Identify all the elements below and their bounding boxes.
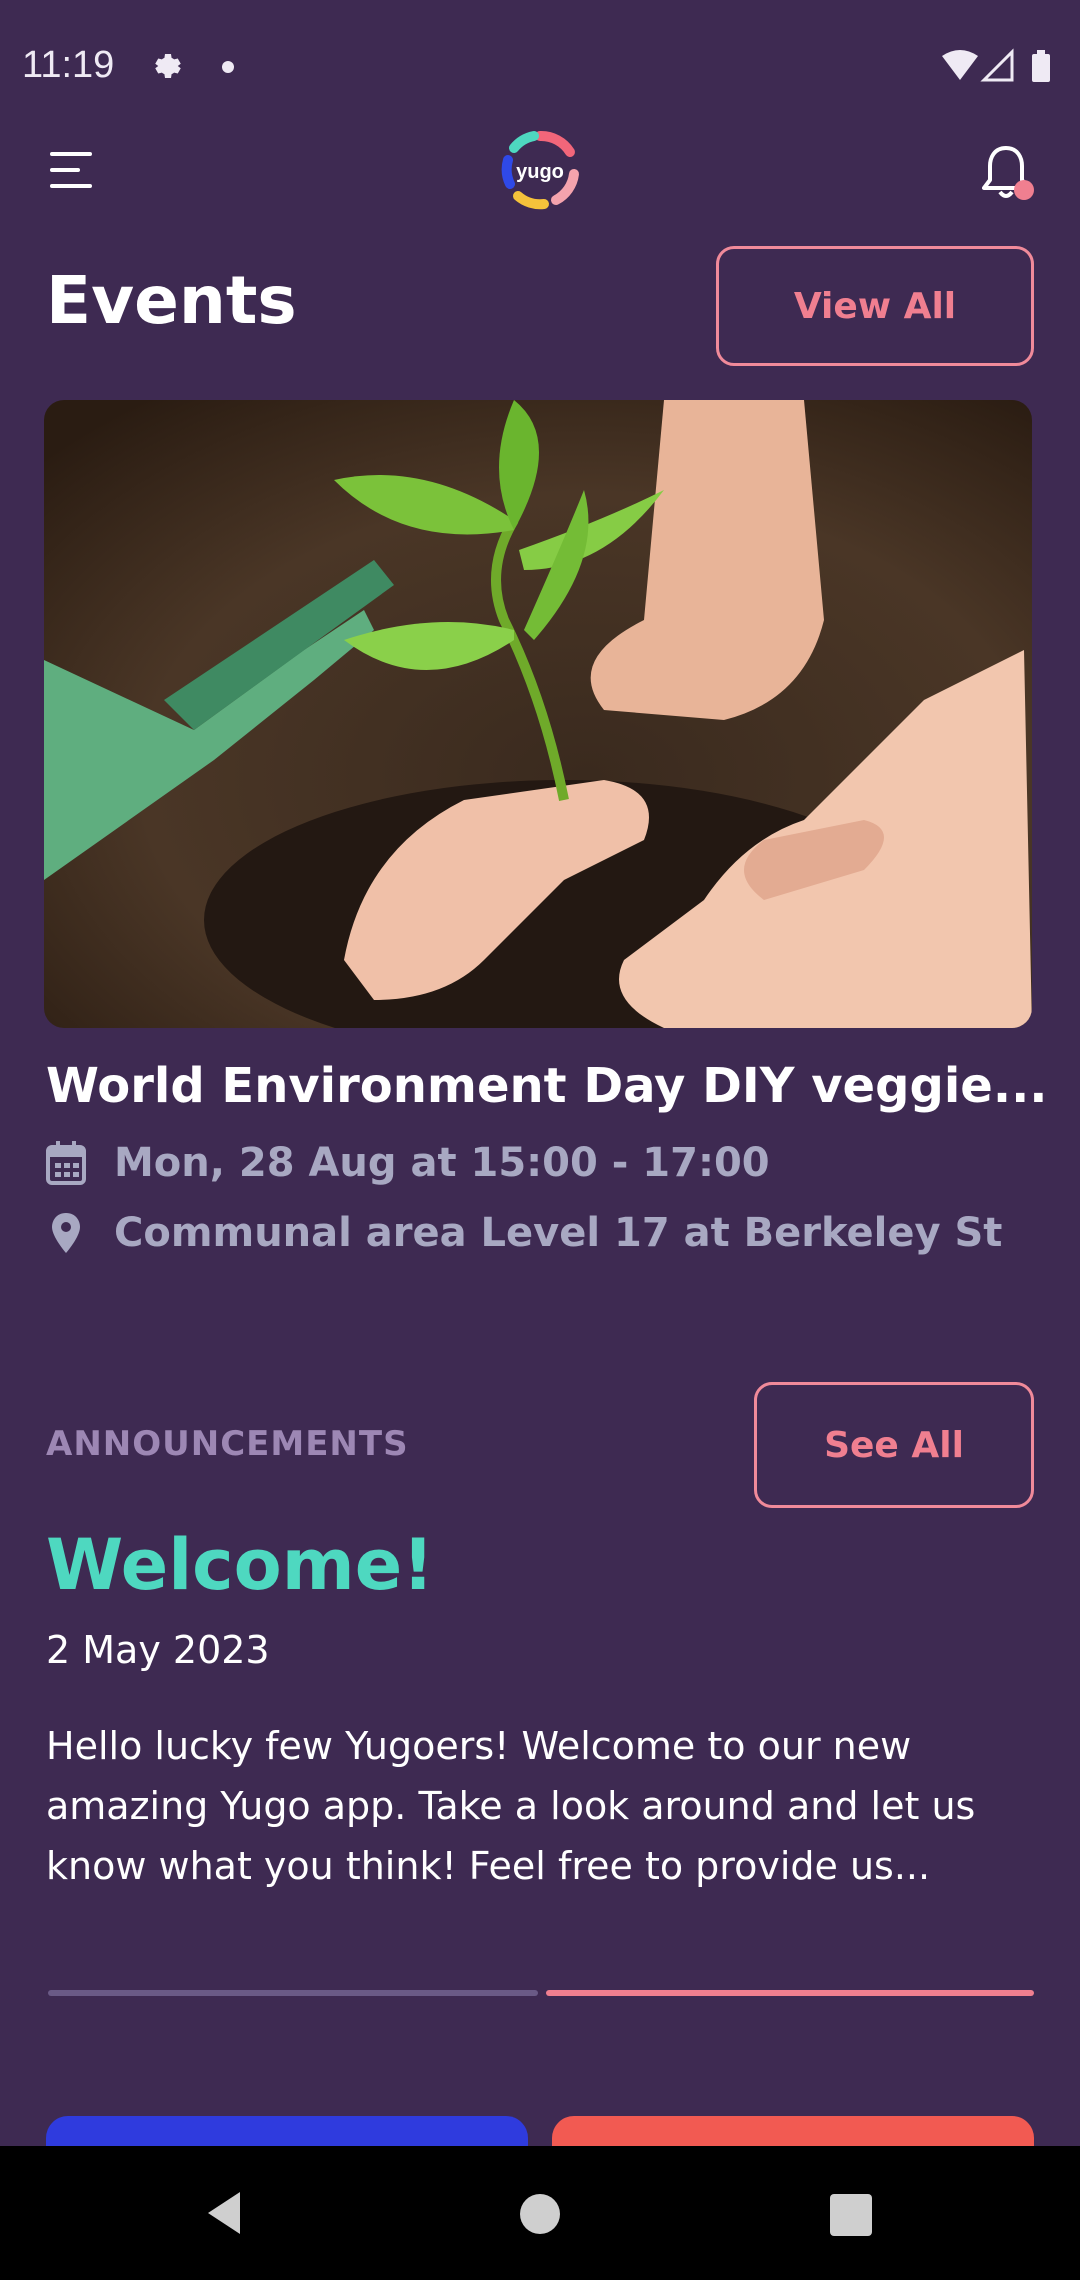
- logo-text: yugo: [516, 161, 564, 183]
- view-all-events-button[interactable]: View All: [716, 246, 1034, 366]
- event-datetime: Mon, 28 Aug at 15:00 - 17:00: [114, 1140, 770, 1186]
- announcement-date: 2 May 2023: [46, 1628, 270, 1672]
- back-icon[interactable]: [204, 2190, 244, 2236]
- status-bar: 11:19: [0, 0, 1080, 130]
- status-time: 11:19: [22, 44, 115, 86]
- signal-icon: [980, 48, 1014, 82]
- home-icon[interactable]: [520, 2194, 560, 2234]
- gear-icon: [155, 54, 181, 78]
- pager-indicator-2-active[interactable]: [546, 1990, 1034, 1996]
- announcement-body[interactable]: Hello lucky few Yugoers! Welcome to our …: [46, 1716, 1036, 1896]
- system-status-icons: [942, 48, 1050, 82]
- wifi-icon: [942, 50, 978, 80]
- battery-icon: [1032, 54, 1050, 82]
- events-heading: Events: [46, 262, 297, 339]
- notification-dot: [222, 61, 234, 73]
- event-location-row: Communal area Level 17 at Berkeley St: [46, 1210, 1002, 1256]
- yugo-logo[interactable]: yugo: [500, 130, 580, 210]
- announcement-title[interactable]: Welcome!: [46, 1524, 434, 1606]
- event-location: Communal area Level 17 at Berkeley St: [114, 1210, 1003, 1256]
- recents-icon[interactable]: [830, 2194, 872, 2236]
- location-pin-icon: [52, 1213, 80, 1253]
- menu-icon[interactable]: [50, 150, 96, 190]
- pager-indicator-1[interactable]: [48, 1990, 538, 1996]
- announcements-heading: ANNOUNCEMENTS: [46, 1424, 409, 1464]
- see-all-announcements-button[interactable]: See All: [754, 1382, 1034, 1508]
- event-photo: [44, 400, 1032, 1028]
- event-title[interactable]: World Environment Day DIY veggie...: [46, 1058, 1048, 1114]
- event-image[interactable]: [44, 400, 1032, 1028]
- calendar-icon: [46, 1141, 86, 1185]
- bell-icon[interactable]: [982, 144, 1036, 204]
- event-datetime-row: Mon, 28 Aug at 15:00 - 17:00: [46, 1140, 770, 1186]
